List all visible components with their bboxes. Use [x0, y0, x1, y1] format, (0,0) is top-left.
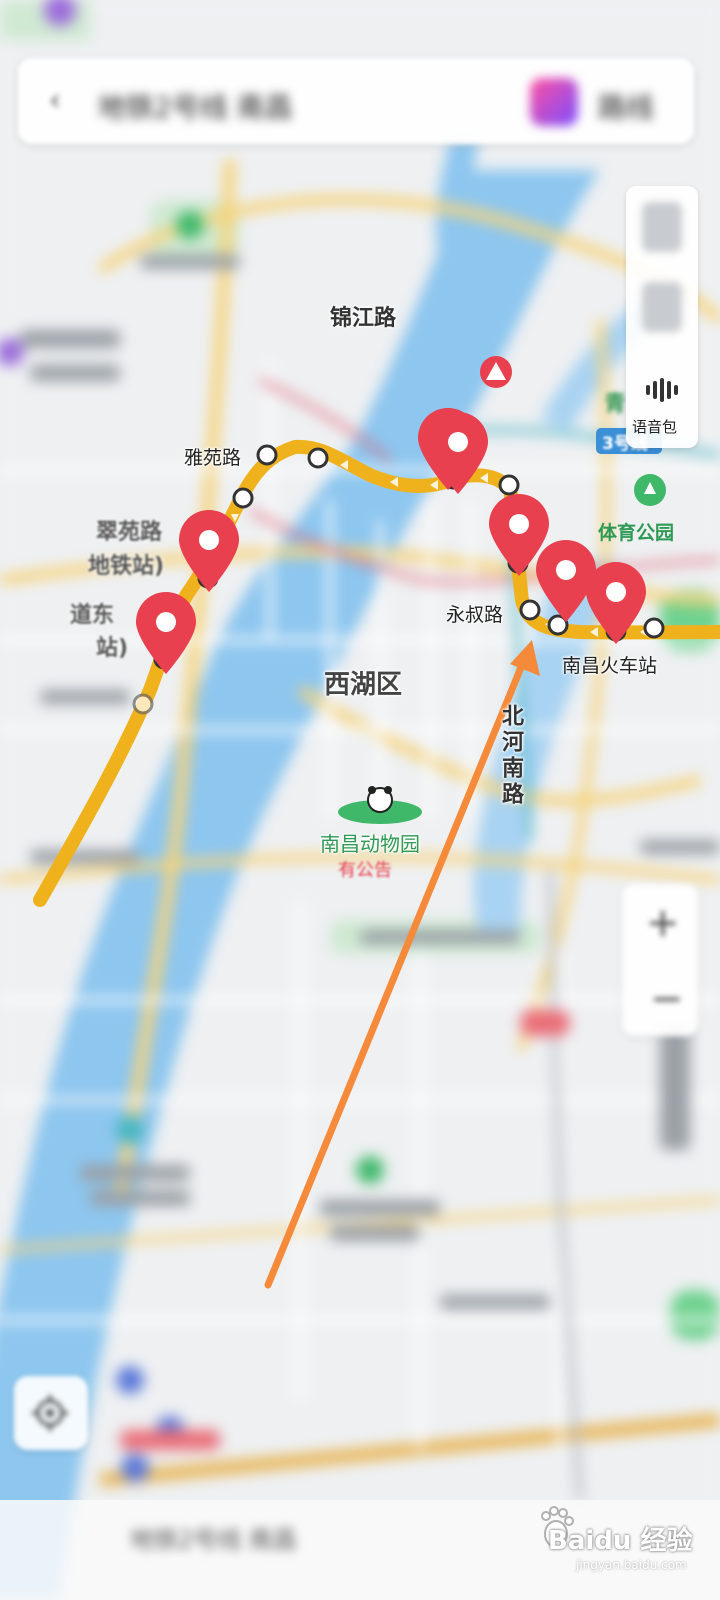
watermark-brand: Baidu 经验	[548, 1526, 693, 1556]
search-query-text[interactable]: 地铁2号线 南昌	[98, 86, 293, 126]
voice-pack-label[interactable]: 语音包	[632, 416, 677, 437]
route-button[interactable]: 路线	[598, 86, 654, 126]
station-label-daodong[interactable]: 道东	[70, 597, 114, 629]
map-canvas[interactable]	[0, 0, 720, 1600]
bottom-sheet-title[interactable]: 地铁2号线 南昌	[130, 1520, 297, 1555]
back-chevron-icon[interactable]: ‹	[40, 84, 70, 118]
park-icon[interactable]	[634, 474, 666, 506]
poi-label-zoo-notice: 有公告	[338, 860, 392, 881]
station-label-cuiyuan[interactable]: 翠苑路	[96, 514, 162, 546]
road-label-beihe-nan: 北河南路	[498, 704, 523, 808]
station-label-daodong-sub: 站)	[96, 636, 129, 661]
locate-crosshair-icon[interactable]	[30, 1393, 70, 1433]
station-label-yongshu[interactable]: 永叔路	[446, 600, 503, 627]
map-pin-icon[interactable]	[132, 592, 200, 676]
zoom-out-button[interactable]: −	[650, 976, 684, 1022]
poi-label-zoo[interactable]: 南昌动物园	[320, 828, 420, 857]
voice-wave-icon[interactable]	[646, 378, 678, 402]
construction-poi-icon[interactable]	[480, 356, 512, 388]
map-base-layer	[0, 0, 720, 1600]
poi-label-tiyu-park[interactable]: 体育公园	[598, 518, 674, 545]
map-pin-icon[interactable]	[175, 510, 243, 594]
zoom-in-button[interactable]: +	[646, 900, 680, 946]
map-pin-icon[interactable]	[582, 562, 650, 646]
layers-icon[interactable]	[636, 196, 688, 346]
assistant-logo-icon[interactable]	[530, 78, 578, 126]
station-label-cuiyuan-sub: 地铁站)	[88, 554, 165, 579]
map-pin-icon[interactable]	[424, 412, 492, 496]
road-label-jinjiang: 锦江路	[330, 306, 397, 331]
watermark-url: jingyan.baidu.com	[576, 1558, 687, 1572]
station-label-yayuan[interactable]: 雅苑路	[184, 443, 241, 470]
station-label-nanchang-railway[interactable]: 南昌火车站	[562, 651, 657, 678]
blurred-label: 青	[604, 392, 627, 417]
district-label-xihu: 西湖区	[324, 670, 403, 700]
